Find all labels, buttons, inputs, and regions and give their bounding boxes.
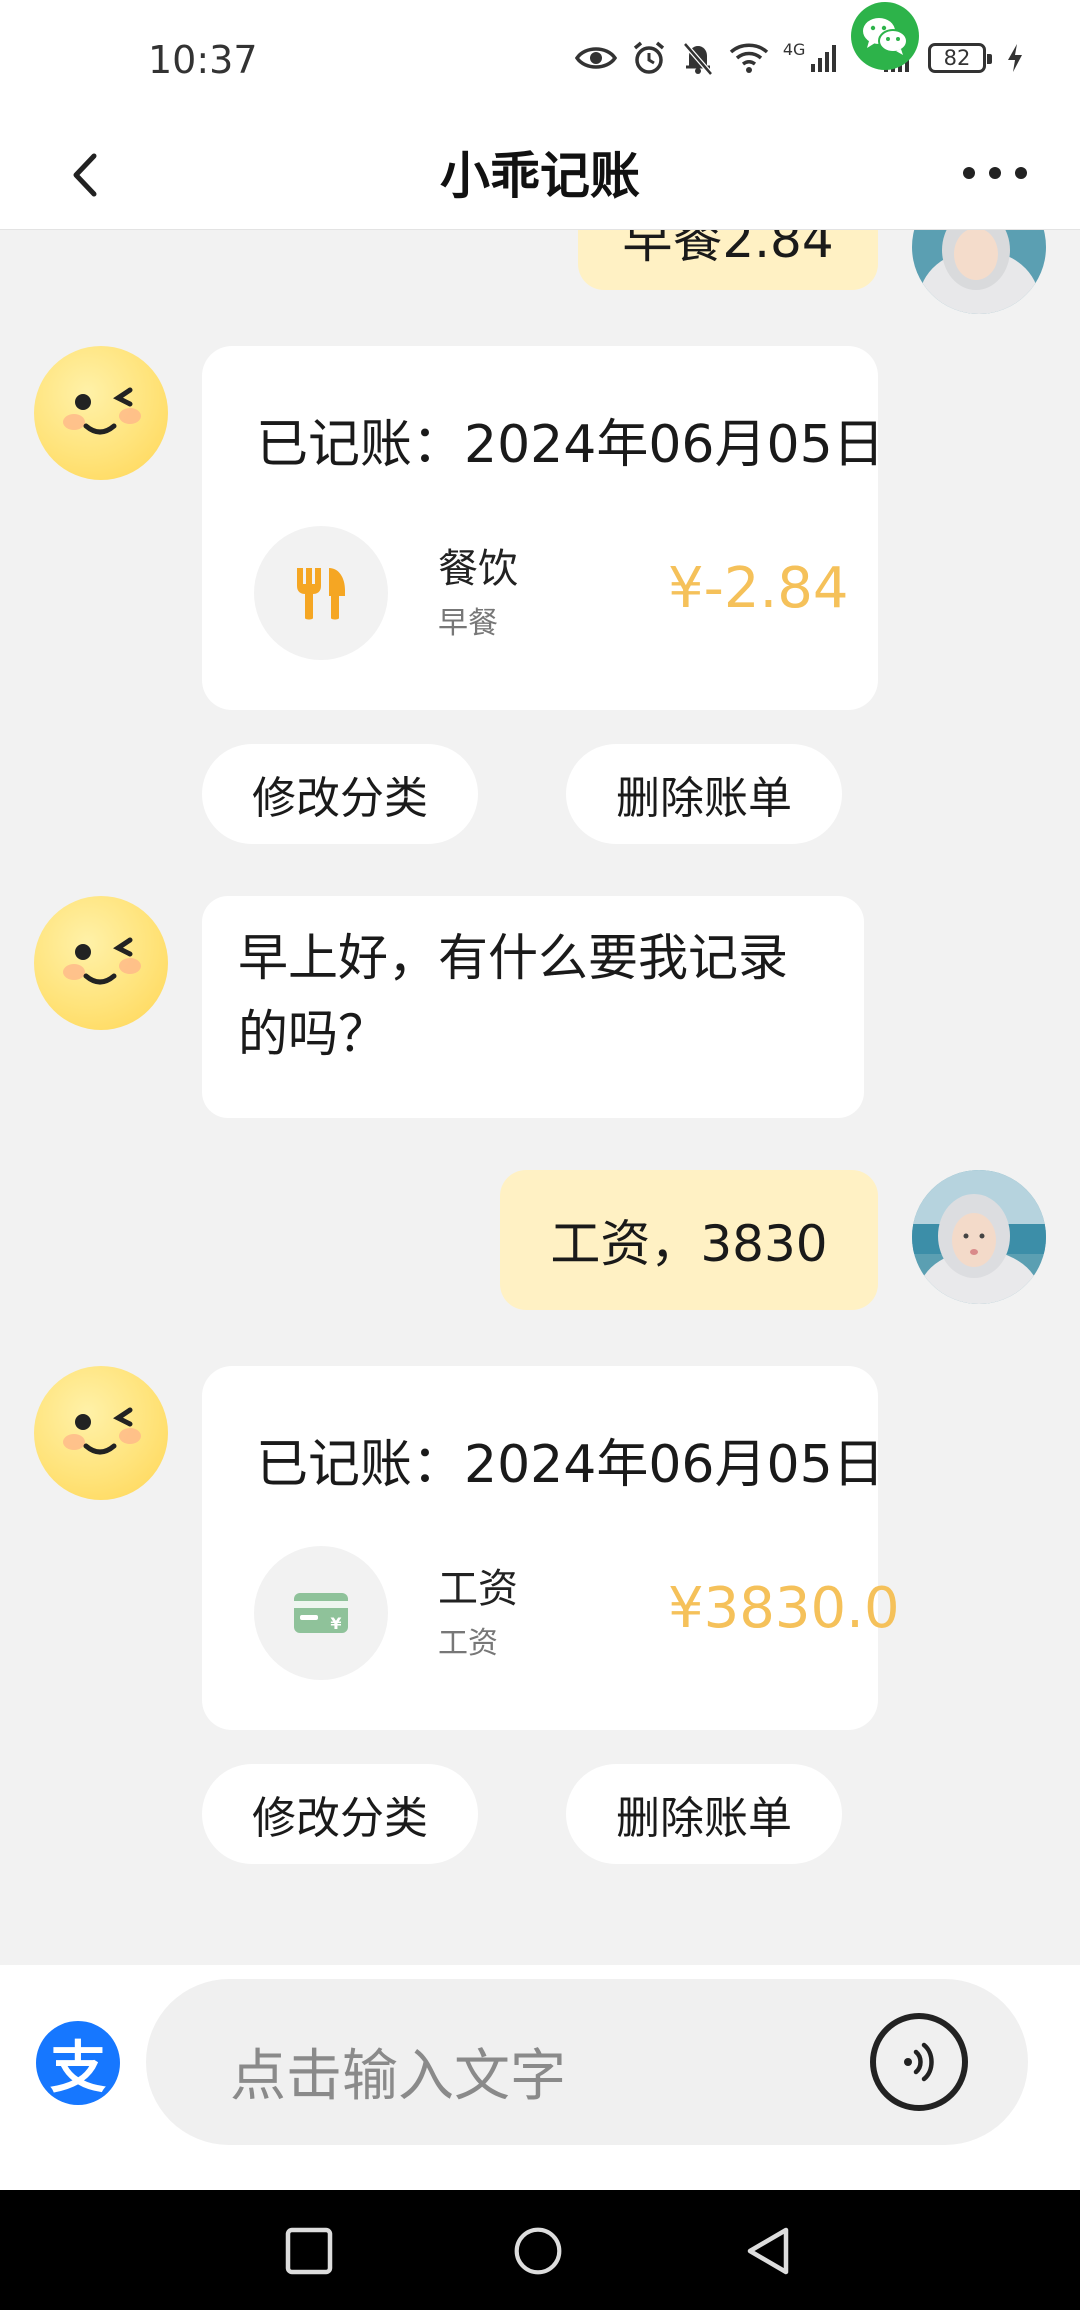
system-nav-bar bbox=[0, 2190, 1080, 2310]
user-message-text: 工资，3830 bbox=[550, 1215, 828, 1273]
user-message-text: 早餐2.84 bbox=[622, 230, 834, 269]
delete-bill-button[interactable]: 删除账单 bbox=[566, 1764, 842, 1864]
user-avatar-image bbox=[912, 1170, 1046, 1304]
wifi-icon bbox=[729, 43, 769, 73]
record-card: 已记账：2024年06月05日 餐饮 早餐 ¥-2.84 bbox=[202, 346, 885, 710]
more-icon-dot bbox=[989, 167, 1001, 179]
svg-text:¥: ¥ bbox=[330, 1614, 341, 1633]
app-header: 小乖记账 bbox=[0, 2, 1080, 230]
user-avatar[interactable] bbox=[912, 230, 1046, 314]
status-bar: 10:37 4G 4G bbox=[0, 0, 1080, 120]
charging-icon bbox=[1008, 44, 1022, 72]
record-category: 工资 bbox=[438, 1566, 518, 1612]
input-bar: 支 点击输入文字 bbox=[0, 1965, 1080, 2190]
wechat-icon bbox=[863, 18, 908, 55]
record-amount: ¥-2.84 bbox=[668, 556, 849, 621]
user-message-bubble: 工资，3830 bbox=[500, 1170, 878, 1310]
record-title: 已记账：2024年06月05日 bbox=[256, 1435, 885, 1495]
recent-apps-icon[interactable] bbox=[284, 2226, 334, 2276]
record-card: 已记账：2024年06月05日 ¥ 工资 工资 ¥3830.0 bbox=[202, 1366, 900, 1730]
voice-wave-icon bbox=[904, 2042, 934, 2082]
home-icon[interactable] bbox=[513, 2226, 563, 2276]
record-category: 餐饮 bbox=[438, 546, 518, 592]
wink-face-icon bbox=[63, 387, 141, 435]
category-icon-wrap: ¥ bbox=[254, 1546, 388, 1680]
more-icon-dot bbox=[963, 167, 975, 179]
category-icon-wrap bbox=[254, 526, 388, 660]
fork-knife-icon bbox=[297, 568, 345, 620]
delete-bill-button[interactable]: 删除账单 bbox=[566, 744, 842, 844]
user-message-bubble: 早餐2.84 bbox=[578, 230, 878, 290]
bot-message-bubble: 早上好，有什么要我记录的吗？ bbox=[202, 896, 864, 1118]
back-nav-icon[interactable] bbox=[744, 2226, 794, 2276]
wink-face-icon bbox=[63, 937, 141, 985]
record-title: 已记账：2024年06月05日 bbox=[256, 415, 885, 475]
text-input-field[interactable]: 点击输入文字 bbox=[146, 1979, 1028, 2145]
eye-icon bbox=[574, 47, 617, 69]
salary-card-icon: ¥ bbox=[294, 1593, 348, 1633]
user-avatar[interactable] bbox=[912, 1170, 1046, 1304]
record-subcategory: 早餐 bbox=[438, 606, 498, 641]
bot-message-text: 早上好，有什么要我记录的吗？ bbox=[238, 929, 788, 1063]
battery-indicator: 82 bbox=[928, 43, 992, 73]
alipay-icon[interactable]: 支 bbox=[36, 2021, 120, 2105]
status-icons: 4G 4G 82 bbox=[574, 40, 1024, 76]
page-title: 小乖记账 bbox=[440, 147, 640, 205]
record-amount: ¥3830.0 bbox=[668, 1576, 900, 1641]
chat-area[interactable]: 早餐2.84 已记账：2024年06月05日 餐饮 早餐 ¥-2.84 修改分类… bbox=[0, 230, 1080, 1965]
record-subcategory: 工资 bbox=[438, 1626, 498, 1661]
bot-avatar[interactable] bbox=[34, 1366, 168, 1500]
wink-face-icon bbox=[63, 1407, 141, 1455]
voice-input-button[interactable] bbox=[870, 2013, 968, 2111]
network-label-1: 4G bbox=[782, 40, 806, 59]
alipay-glyph: 支 bbox=[50, 2035, 106, 2101]
mute-bell-icon bbox=[682, 42, 713, 76]
user-avatar-image bbox=[912, 230, 1046, 314]
status-time: 10:37 bbox=[148, 38, 258, 82]
alarm-icon bbox=[633, 41, 664, 74]
edit-category-button[interactable]: 修改分类 bbox=[202, 744, 478, 844]
input-placeholder: 点击输入文字 bbox=[230, 2044, 566, 2109]
more-button[interactable] bbox=[963, 158, 1027, 188]
more-icon-dot bbox=[1015, 167, 1027, 179]
bot-avatar[interactable] bbox=[34, 896, 168, 1030]
signal-icon-1 bbox=[811, 45, 837, 72]
wechat-button[interactable] bbox=[851, 2, 919, 70]
bot-avatar[interactable] bbox=[34, 346, 168, 480]
edit-category-button[interactable]: 修改分类 bbox=[202, 1764, 478, 1864]
